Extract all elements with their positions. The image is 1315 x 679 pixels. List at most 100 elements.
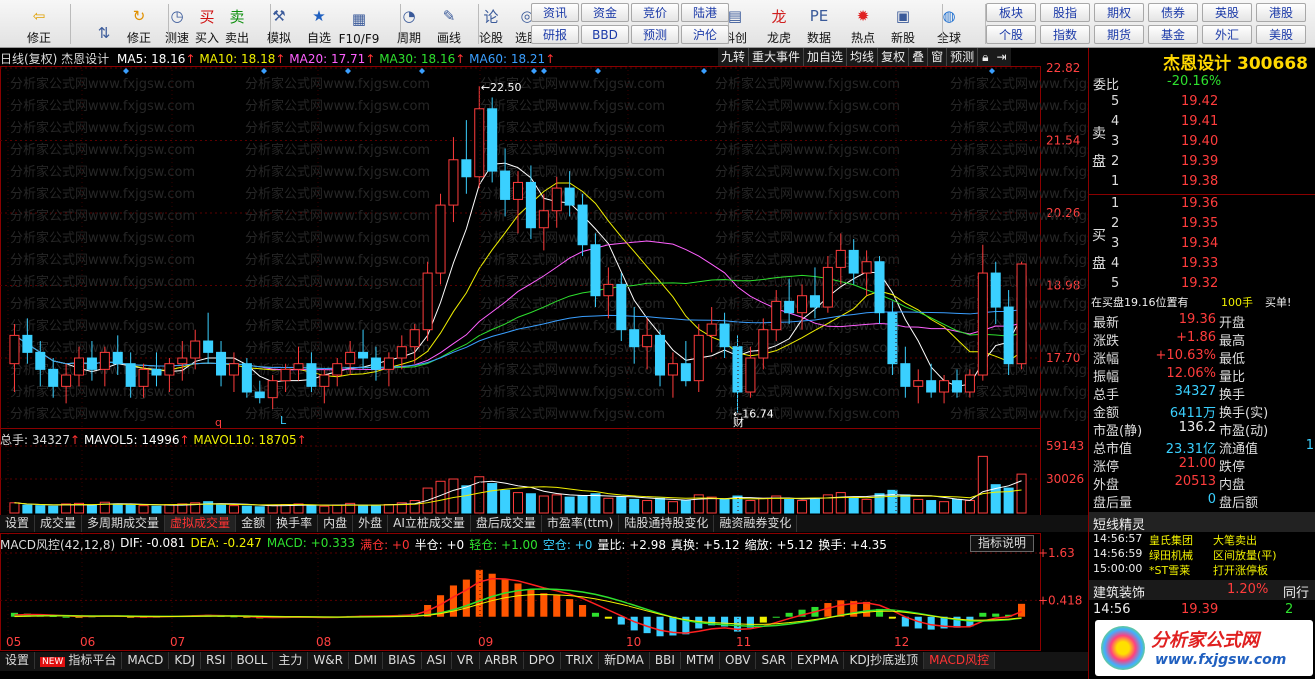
candle-body xyxy=(474,108,485,178)
volume-tab[interactable]: 陆股通持股变化 xyxy=(619,515,715,532)
event-marker-icon[interactable] xyxy=(123,68,129,74)
event-marker-icon[interactable] xyxy=(989,68,995,74)
stat-value: 12.06% xyxy=(1166,366,1216,381)
stat-label: 涨幅 xyxy=(1093,352,1120,367)
indicator-tab[interactable]: 主力 xyxy=(273,652,309,669)
indicator-tab[interactable]: OBV xyxy=(720,652,757,669)
toolbar-f10-button[interactable]: ▦ F10/F9 xyxy=(339,2,380,46)
market-button[interactable]: 债券 xyxy=(1148,3,1198,22)
indicator-tab[interactable]: 设置 xyxy=(0,652,36,669)
sprite-stock[interactable]: 皇氏集团 xyxy=(1149,532,1193,548)
quick-button[interactable]: 资讯 xyxy=(531,3,579,22)
market-button[interactable]: 英股 xyxy=(1202,3,1252,22)
indicator-tab[interactable]: SAR xyxy=(756,652,792,669)
quick-button[interactable]: 预测 xyxy=(631,25,679,44)
indicator-tab[interactable]: VR xyxy=(452,652,480,669)
toolbar-pe-data-button[interactable]: PE 数据 xyxy=(800,2,838,46)
buy-level: 4 xyxy=(1111,256,1120,271)
indicator-tab[interactable]: BOLL xyxy=(232,652,274,669)
indicator-tab[interactable]: KDJ抄底逃顶 xyxy=(844,652,925,669)
tongxing-button[interactable]: 同行 xyxy=(1283,582,1309,601)
volume-bar xyxy=(164,504,175,514)
event-marker-icon[interactable] xyxy=(345,68,351,74)
toolbar-up-down-arrow-button[interactable]: ⇅ xyxy=(85,2,123,46)
stat-label-2: 换手 xyxy=(1219,388,1246,403)
event-marker-icon[interactable] xyxy=(531,68,537,74)
market-button[interactable]: 美股 xyxy=(1256,25,1306,44)
volume-tab[interactable]: 融资融券变化 xyxy=(714,515,798,532)
quick-button[interactable]: 资金 xyxy=(581,3,629,22)
quick-button[interactable]: 研报 xyxy=(531,25,579,44)
chart-area[interactable]: 日线(复权) 杰恩设计 MA5: 18.16↑ MA10: 18.18↑ MA2… xyxy=(0,48,1088,679)
quick-button[interactable]: BBD xyxy=(581,25,629,44)
volume-tab[interactable]: 盘后成交量 xyxy=(471,515,542,532)
toolbar-hammer-button[interactable]: ⚒ 模拟 xyxy=(260,2,298,46)
event-marker-icon[interactable] xyxy=(261,68,267,74)
quick-button[interactable]: 陆港 xyxy=(681,3,729,22)
event-marker-icon[interactable] xyxy=(701,68,707,74)
volume-tab[interactable]: 设置 xyxy=(0,515,36,532)
indicator-tab[interactable]: ARBR xyxy=(480,652,524,669)
indicator-tab[interactable]: KDJ xyxy=(169,652,201,669)
indicator-tab[interactable]: MACD xyxy=(122,652,170,669)
market-button[interactable]: 期货 xyxy=(1094,25,1144,44)
sprite-stock[interactable]: *ST雪莱 xyxy=(1149,562,1190,578)
toolbar-star-button[interactable]: ★ 自选 xyxy=(300,2,338,46)
indicator-tab[interactable]: DMI xyxy=(349,652,384,669)
watermark-text: 分析家公式网www.fxjgsw.com xyxy=(715,98,900,114)
quick-button[interactable]: 沪伦 xyxy=(681,25,729,44)
volume-tab[interactable]: AI立桩成交量 xyxy=(388,515,471,532)
buy-icon: 买 xyxy=(199,7,215,26)
indicator-tab[interactable]: 新DMA xyxy=(599,652,650,669)
market-button[interactable]: 期权 xyxy=(1094,3,1144,22)
sprite-title[interactable]: 短线精灵 xyxy=(1093,514,1145,533)
event-marker-icon[interactable] xyxy=(419,68,425,74)
sprite-stock[interactable]: 绿田机械 xyxy=(1149,547,1193,563)
toolbar-hot-button[interactable]: ✹ 热点 xyxy=(844,2,882,46)
watermark-text: 分析家公式网www.fxjgsw.com xyxy=(480,208,665,224)
toolbar-pen-button[interactable]: ✎ 画线 xyxy=(430,2,468,46)
toolbar-globe-button[interactable]: ◍ 全球 xyxy=(930,2,968,46)
industry-name[interactable]: 建筑装饰 xyxy=(1093,582,1145,601)
indicator-tab[interactable]: MTM xyxy=(681,652,720,669)
event-marker-icon[interactable] xyxy=(595,68,601,74)
candle-body xyxy=(151,368,162,376)
market-button[interactable]: 外汇 xyxy=(1202,25,1252,44)
volume-tab[interactable]: 内盘 xyxy=(318,515,354,532)
indicator-tab[interactable]: EXPMA xyxy=(792,652,845,669)
quick-button[interactable]: 竞价 xyxy=(631,3,679,22)
toolbar-sell-button[interactable]: 卖卖出 xyxy=(218,2,256,46)
volume-tab[interactable]: 市盈率(ttm) xyxy=(542,515,620,532)
volume-tab[interactable]: 金额 xyxy=(236,515,272,532)
indicator-help-button[interactable]: 指标说明 xyxy=(970,535,1034,552)
toolbar-refresh-button[interactable]: ↻ 修正 xyxy=(120,2,158,46)
toolbar-ipo-button[interactable]: ▣ 新股 xyxy=(884,2,922,46)
indicator-tab[interactable]: BIAS xyxy=(383,652,422,669)
volume-tab[interactable]: 多周期成交量 xyxy=(82,515,166,532)
toolbar-back-arrow-button[interactable]: ⇦ 修正 xyxy=(20,2,58,46)
volume-tab[interactable]: 换手率 xyxy=(271,515,319,532)
market-button[interactable]: 基金 xyxy=(1148,25,1198,44)
market-button[interactable]: 板块 xyxy=(986,3,1036,22)
indicator-tab[interactable]: ASI xyxy=(422,652,453,669)
indicator-tab[interactable]: W&R xyxy=(308,652,349,669)
indicator-tab[interactable]: BBI xyxy=(650,652,681,669)
indicator-tab[interactable]: MACD风控 xyxy=(924,652,996,669)
market-button[interactable]: 个股 xyxy=(986,25,1036,44)
volume-tab[interactable]: 成交量 xyxy=(35,515,83,532)
event-marker-icon[interactable] xyxy=(541,68,547,74)
indicator-tab[interactable]: RSI xyxy=(201,652,232,669)
market-button[interactable]: 指数 xyxy=(1040,25,1090,44)
market-button[interactable]: 股指 xyxy=(1040,3,1090,22)
toolbar-dragon-button[interactable]: 龙龙虎 xyxy=(760,2,798,46)
toolbar-period-button[interactable]: ◔ 周期 xyxy=(390,2,428,46)
indicator-tab[interactable]: DPO xyxy=(524,652,561,669)
indicator-tab[interactable]: TRIX xyxy=(561,652,600,669)
volume-bar xyxy=(254,506,265,514)
stat-label: 市盈(静) xyxy=(1093,424,1143,439)
volume-tab[interactable]: 外盘 xyxy=(353,515,389,532)
watermark-text: 分析家公式网www.fxjgsw.com xyxy=(480,384,665,400)
indicator-tab[interactable]: NEW 指标平台 xyxy=(35,652,123,669)
volume-tab[interactable]: 虚拟成交量 xyxy=(165,515,237,532)
market-button[interactable]: 港股 xyxy=(1256,3,1306,22)
